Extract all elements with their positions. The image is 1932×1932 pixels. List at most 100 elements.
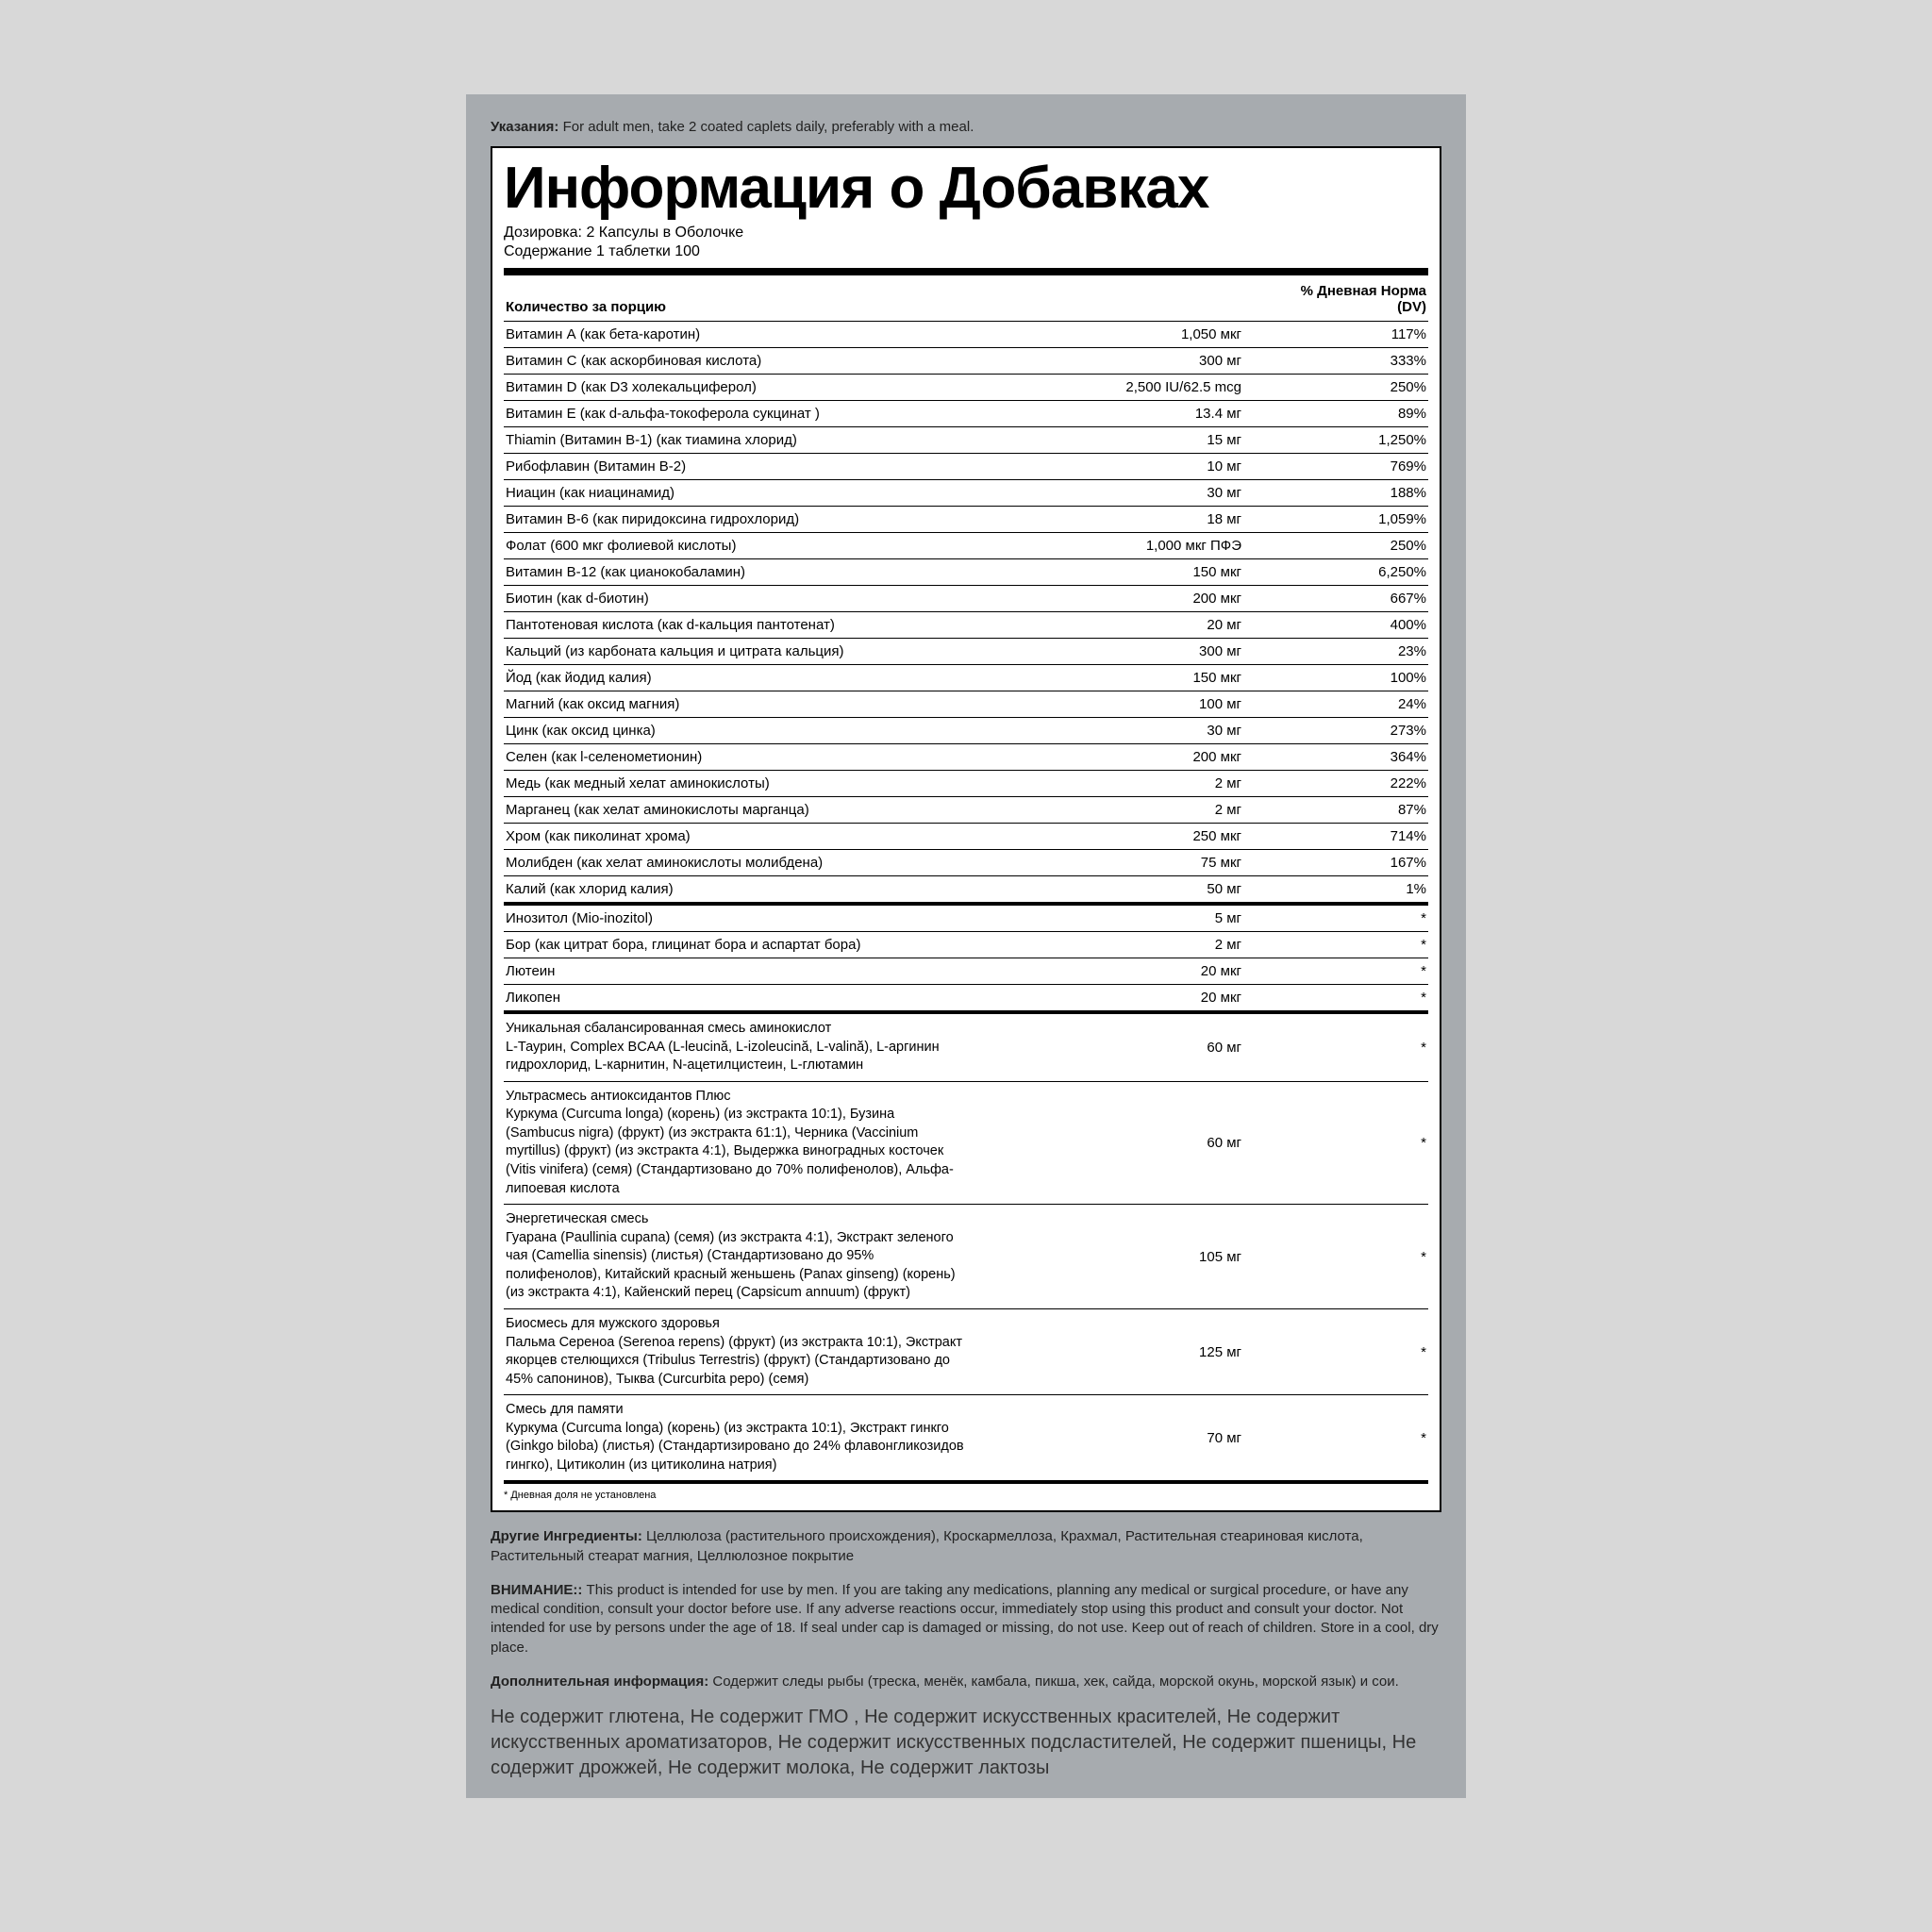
table-row: Смесь для памятиКуркума (Curcuma longa) … — [504, 1395, 1428, 1483]
ingredient-amount: 150 мкг — [966, 665, 1243, 691]
table-row: Хром (как пиколинат хрома)250 мкг714% — [504, 824, 1428, 850]
table-row: Биотин (как d-биотин)200 мкг667% — [504, 586, 1428, 612]
ingredient-name: Витамин C (как аскорбиновая кислота) — [504, 348, 966, 375]
ingredient-dv: * — [1243, 932, 1428, 958]
ingredient-amount: 300 мг — [966, 348, 1243, 375]
ingredient-amount: 105 мг — [966, 1205, 1243, 1309]
ingredient-dv: 400% — [1243, 612, 1428, 639]
ingredient-name: Ликопен — [504, 985, 966, 1013]
ingredient-amount: 60 мг — [966, 1012, 1243, 1081]
ingredient-dv: 222% — [1243, 771, 1428, 797]
ingredient-amount: 125 мг — [966, 1308, 1243, 1394]
table-row: Лютеин20 мкг* — [504, 958, 1428, 985]
ingredient-name: Хром (как пиколинат хрома) — [504, 824, 966, 850]
ingredient-dv: 6,250% — [1243, 559, 1428, 586]
ingredient-amount: 20 мкг — [966, 985, 1243, 1013]
ingredient-dv: * — [1243, 1205, 1428, 1309]
ingredient-name: Цинк (как оксид цинка) — [504, 718, 966, 744]
table-row: Витамин А (как бета-каротин)1,050 мкг117… — [504, 322, 1428, 348]
ingredient-dv: 89% — [1243, 401, 1428, 427]
warning-block: ВНИМАНИЕ:: This product is intended for … — [491, 1581, 1441, 1657]
ingredient-dv: * — [1243, 1308, 1428, 1394]
ingredient-amount: 1,050 мкг — [966, 322, 1243, 348]
directions-block: Указания: For adult men, take 2 coated c… — [491, 119, 1441, 135]
dv-footnote: * Дневная доля не установлена — [504, 1490, 1428, 1501]
ingredient-dv: 100% — [1243, 665, 1428, 691]
ingredient-name: Йод (как йодид калия) — [504, 665, 966, 691]
ingredient-dv: 769% — [1243, 454, 1428, 480]
table-row: Молибден (как хелат аминокислоты молибде… — [504, 850, 1428, 876]
ingredient-name: Медь (как медный хелат аминокислоты) — [504, 771, 966, 797]
extra-label: Дополнительная информация: — [491, 1674, 708, 1690]
table-row: Витамин C (как аскорбиновая кислота)300 … — [504, 348, 1428, 375]
servings-per: Содержание 1 таблетки 100 — [504, 243, 1428, 260]
table-row: Витамин B-6 (как пиридоксина гидрохлорид… — [504, 507, 1428, 533]
table-row: Цинк (как оксид цинка)30 мг273% — [504, 718, 1428, 744]
ingredient-name: Фолат (600 мкг фолиевой кислоты) — [504, 533, 966, 559]
extra-info: Дополнительная информация: Содержит след… — [491, 1673, 1441, 1691]
ingredient-name: Thiamin (Витамин B-1) (как тиамина хлори… — [504, 427, 966, 454]
table-row: Витамин B-12 (как цианокобаламин)150 мкг… — [504, 559, 1428, 586]
table-row: Уникальная сбалансированная смесь аминок… — [504, 1012, 1428, 1081]
rule-heavy — [504, 268, 1428, 275]
facts-title: Информация о Добавках — [504, 158, 1428, 219]
table-row: Витамин D (как D3 холекальциферол)2,500 … — [504, 375, 1428, 401]
table-row: Ниацин (как ниацинамид)30 мг188% — [504, 480, 1428, 507]
ingredient-name: Витамин B-6 (как пиридоксина гидрохлорид… — [504, 507, 966, 533]
table-row: Йод (как йодид калия)150 мкг100% — [504, 665, 1428, 691]
ingredient-name: Ниацин (как ниацинамид) — [504, 480, 966, 507]
table-row: Калий (как хлорид калия)50 мг1% — [504, 876, 1428, 905]
table-row: Бор (как цитрат бора, глицинат бора и ас… — [504, 932, 1428, 958]
ingredient-dv: 188% — [1243, 480, 1428, 507]
table-row: Кальций (из карбоната кальция и цитрата … — [504, 639, 1428, 665]
ingredient-amount: 75 мкг — [966, 850, 1243, 876]
ingredient-amount: 30 мг — [966, 718, 1243, 744]
table-row: Ультрасмесь антиоксидантов ПлюсКуркума (… — [504, 1081, 1428, 1204]
ingredient-dv: 24% — [1243, 691, 1428, 718]
ingredient-name: Витамин B-12 (как цианокобаламин) — [504, 559, 966, 586]
table-row: Ликопен20 мкг* — [504, 985, 1428, 1013]
ingredient-dv: 364% — [1243, 744, 1428, 771]
header-amount — [966, 279, 1243, 322]
table-row: Фолат (600 мкг фолиевой кислоты)1,000 мк… — [504, 533, 1428, 559]
ingredient-name: Витамин E (как d-альфа-токоферола сукцин… — [504, 401, 966, 427]
ingredient-name: Марганец (как хелат аминокислоты марганц… — [504, 797, 966, 824]
ingredient-amount: 10 мг — [966, 454, 1243, 480]
ingredient-amount: 300 мг — [966, 639, 1243, 665]
ingredient-dv: 87% — [1243, 797, 1428, 824]
servings-value: 100 — [671, 243, 700, 259]
table-row: Пантотеновая кислота (как d-кальция пант… — [504, 612, 1428, 639]
table-row: Медь (как медный хелат аминокислоты)2 мг… — [504, 771, 1428, 797]
ingredient-name: Лютеин — [504, 958, 966, 985]
warning-label: ВНИМАНИЕ:: — [491, 1582, 582, 1598]
ingredient-dv: 667% — [1243, 586, 1428, 612]
warning-text: This product is intended for use by men.… — [491, 1582, 1439, 1656]
ingredient-name: Смесь для памятиКуркума (Curcuma longa) … — [504, 1395, 966, 1483]
ingredient-name: Ультрасмесь антиоксидантов ПлюсКуркума (… — [504, 1081, 966, 1204]
ingredient-name: Селен (как l-селенометионин) — [504, 744, 966, 771]
extra-text: Содержит следы рыбы (треска, менёк, камб… — [708, 1674, 1399, 1690]
supplement-facts: Информация о Добавках Дозировка: 2 Капсу… — [491, 146, 1441, 1512]
ingredient-dv: 333% — [1243, 348, 1428, 375]
ingredient-amount: 2 мг — [966, 932, 1243, 958]
directions-text: For adult men, take 2 coated caplets dai… — [558, 119, 974, 135]
ingredient-amount: 200 мкг — [966, 586, 1243, 612]
ingredient-name: Калий (как хлорид калия) — [504, 876, 966, 905]
ingredient-name: Биосмесь для мужского здоровьяПальма Сер… — [504, 1308, 966, 1394]
serving-size: Дозировка: 2 Капсулы в Оболочке — [504, 225, 1428, 242]
ingredient-dv: 1% — [1243, 876, 1428, 905]
ingredient-dv: * — [1243, 985, 1428, 1013]
ingredient-dv: * — [1243, 1081, 1428, 1204]
supplement-panel: Указания: For adult men, take 2 coated c… — [466, 94, 1466, 1798]
other-ingredients: Другие Ингредиенты: Целлюлоза (раститель… — [491, 1527, 1441, 1566]
header-dv: % Дневная Норма (DV) — [1243, 279, 1428, 322]
ingredient-amount: 13.4 мг — [966, 401, 1243, 427]
ingredient-name: Магний (как оксид магния) — [504, 691, 966, 718]
table-header-row: Количество за порцию % Дневная Норма (DV… — [504, 279, 1428, 322]
header-dv-line1: % Дневная Норма — [1301, 283, 1426, 299]
page-root: Указания: For adult men, take 2 coated c… — [0, 0, 1932, 1932]
ingredient-name: Витамин D (как D3 холекальциферол) — [504, 375, 966, 401]
ingredient-name: Кальций (из карбоната кальция и цитрата … — [504, 639, 966, 665]
ingredient-name: Витамин А (как бета-каротин) — [504, 322, 966, 348]
header-name: Количество за порцию — [504, 279, 966, 322]
